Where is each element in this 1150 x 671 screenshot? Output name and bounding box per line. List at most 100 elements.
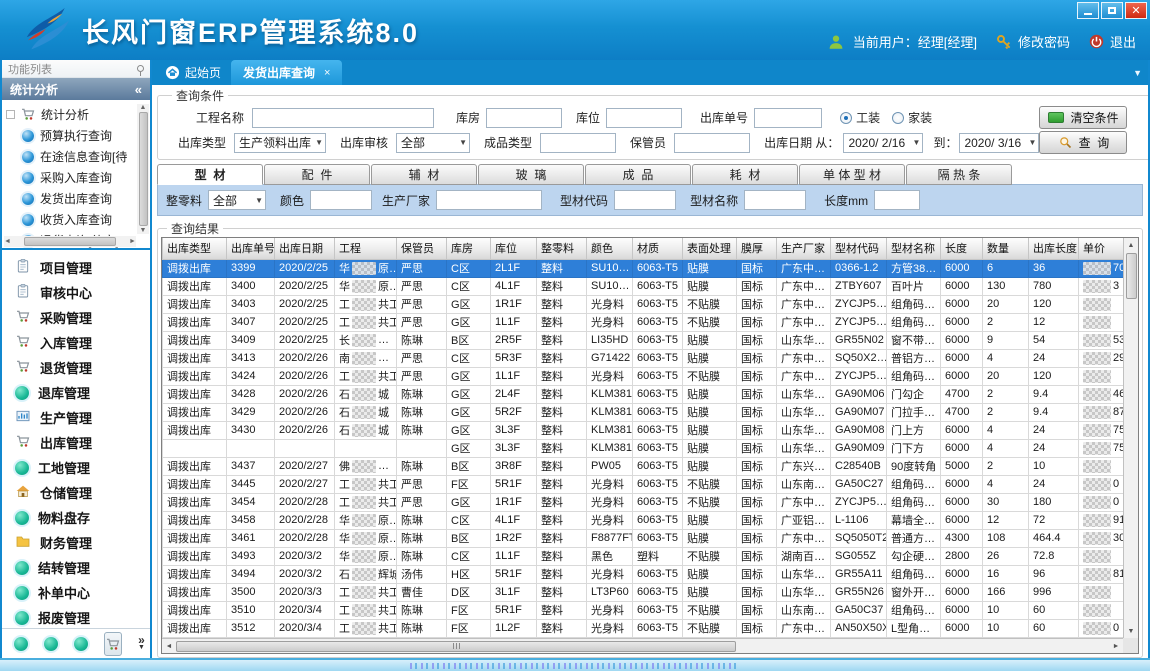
tab-home[interactable]: 起始页	[155, 60, 231, 85]
tree-item[interactable]: 采购入库查询	[6, 167, 136, 188]
date-to-select[interactable]: 2020/ 3/16▼	[959, 133, 1039, 153]
maximize-button[interactable]	[1101, 2, 1123, 19]
toolbar-circle-icon[interactable]	[74, 637, 88, 651]
table-row[interactable]: 调拨出库34282020/2/26石城陈琳G区2L4F整料KLM38176063…	[163, 385, 1124, 403]
tree-root-node[interactable]: 统计分析	[6, 103, 136, 125]
hscroll-thumb[interactable]	[176, 641, 736, 652]
sidebar-item[interactable]: 退库管理	[2, 380, 150, 405]
search-button[interactable]: 查 询	[1039, 131, 1127, 154]
table-row[interactable]: 调拨出库34582020/2/28华原…陈琳C区4L1F整料光身料6063-T5…	[163, 511, 1124, 529]
profile-code-input[interactable]	[614, 190, 676, 210]
table-row[interactable]: 调拨出库34372020/2/27佛…陈琳B区3R8F整料PW056063-T5…	[163, 457, 1124, 475]
tree-item[interactable]: 在途信息查询[待	[6, 146, 136, 167]
table-row[interactable]: G区3L3F整料KLM38176063-T5贴膜国标山东华…GA90M09…门下…	[163, 439, 1124, 457]
change-password-button[interactable]: 修改密码	[995, 32, 1070, 51]
radio-home[interactable]	[892, 112, 904, 124]
column-header[interactable]: 型材名称	[887, 238, 941, 259]
column-header[interactable]: 库位	[491, 238, 537, 259]
close-button[interactable]: ✕	[1125, 2, 1147, 19]
sidebar-item[interactable]: 工地管理	[2, 455, 150, 480]
sidebar-item[interactable]: 物料盘存	[2, 505, 150, 530]
material-tab[interactable]: 辅 材	[371, 164, 477, 185]
column-header[interactable]: 型材代码	[831, 238, 887, 259]
sidebar-item[interactable]: 结转管理	[2, 555, 150, 580]
column-header[interactable]: 出库单号	[227, 238, 275, 259]
date-from-select[interactable]: 2020/ 2/16▼	[843, 133, 923, 153]
location-input[interactable]	[606, 108, 682, 128]
scroll-up-icon[interactable]: ▲	[1128, 238, 1135, 252]
color-input[interactable]	[310, 190, 372, 210]
scroll-left-icon[interactable]: ◄	[162, 643, 176, 650]
tree-vscroll-thumb[interactable]	[139, 112, 148, 226]
order-no-input[interactable]	[754, 108, 822, 128]
scroll-down-icon[interactable]: ▼	[1128, 624, 1135, 638]
sidebar-item[interactable]: 退货管理	[2, 355, 150, 380]
profile-name-input[interactable]	[744, 190, 806, 210]
column-header[interactable]: 出库长度	[1029, 238, 1079, 259]
outbound-type-select[interactable]: 生产领料出库▼	[234, 133, 326, 153]
table-row[interactable]: 调拨出库34242020/2/26工共工程严思G区1L1F整料光身料6063-T…	[163, 367, 1124, 385]
column-header[interactable]: 出库日期	[275, 238, 335, 259]
column-header[interactable]: 整零料	[537, 238, 587, 259]
toolbar-circle-icon[interactable]	[44, 637, 58, 651]
sidebar-item[interactable]: 补单中心	[2, 580, 150, 605]
column-header[interactable]: 长度	[941, 238, 983, 259]
column-header[interactable]: 库房	[447, 238, 491, 259]
scroll-left-icon[interactable]: ◄	[4, 238, 11, 245]
table-row[interactable]: 调拨出库34612020/2/28华原…陈琳B区1R2F整料F8877FT606…	[163, 529, 1124, 547]
sidebar-item[interactable]: 出库管理	[2, 430, 150, 455]
material-tab[interactable]: 单 体 型 材	[799, 164, 905, 185]
sidebar-item[interactable]: 仓储管理	[2, 480, 150, 505]
pin-icon[interactable]	[137, 65, 144, 72]
sidebar-item[interactable]: 生产管理	[2, 405, 150, 430]
warehouse-input[interactable]	[486, 108, 562, 128]
table-row[interactable]: 调拨出库34002020/2/25华原…严思C区4L1F整料SU10…6063-…	[163, 277, 1124, 295]
material-tab[interactable]: 配 件	[264, 164, 370, 185]
table-row[interactable]: 调拨出库34452020/2/27工共工程严思F区5R1F整料光身料6063-T…	[163, 475, 1124, 493]
tree-item[interactable]: 收货入库查询	[6, 209, 136, 230]
tree-vertical-scrollbar[interactable]: ▲ ▼	[137, 104, 149, 234]
table-row[interactable]: 调拨出库35122020/3/4工共工程陈琳F区1L2F整料光身料6063-T5…	[163, 619, 1124, 637]
tree-item[interactable]: 发货出库查询	[6, 188, 136, 209]
tab-shipping-query[interactable]: 发货出库查询 ×	[231, 60, 342, 85]
material-tab[interactable]: 玻 璃	[478, 164, 584, 185]
tree-expander-icon[interactable]	[6, 110, 15, 119]
scroll-right-icon[interactable]: ►	[1109, 643, 1123, 650]
sidebar-section-header[interactable]: 统计分析 «	[2, 78, 150, 100]
tree-hscroll-thumb[interactable]	[24, 237, 116, 246]
audit-select[interactable]: 全部▼	[396, 133, 470, 153]
table-row[interactable]: 调拨出库34302020/2/26石城陈琳G区3L3F整料KLM38176063…	[163, 421, 1124, 439]
scroll-up-icon[interactable]: ▲	[140, 104, 147, 111]
table-row[interactable]: 调拨出库35002020/3/3工共工程曹佳D区3L1F整料LT3P606063…	[163, 583, 1124, 601]
column-header[interactable]: 出库类型	[163, 238, 227, 259]
toolbar-more-button[interactable]: » ▼	[138, 636, 145, 652]
column-header[interactable]: 单价	[1079, 238, 1124, 259]
clear-conditions-button[interactable]: 清空条件	[1039, 106, 1127, 129]
whole-select[interactable]: 全部▼	[208, 190, 266, 210]
material-tab[interactable]: 型 材	[157, 164, 263, 185]
length-input[interactable]	[874, 190, 920, 210]
column-header[interactable]: 数量	[983, 238, 1029, 259]
tabbar-caret-icon[interactable]: ▼	[1133, 68, 1142, 78]
table-row[interactable]: 调拨出库34032020/2/25工共工程严思G区1R1F整料光身料6063-T…	[163, 295, 1124, 313]
logout-button[interactable]: 退出	[1088, 32, 1136, 51]
toolbar-cart-button[interactable]	[104, 632, 122, 656]
tree-item[interactable]: 预算执行查询	[6, 125, 136, 146]
material-tab[interactable]: 隔 热 条	[906, 164, 1012, 185]
tree-horizontal-scrollbar[interactable]: ◄ ►	[4, 236, 136, 247]
column-header[interactable]: 颜色	[587, 238, 633, 259]
toolbar-circle-icon[interactable]	[14, 637, 28, 651]
scroll-right-icon[interactable]: ►	[129, 238, 136, 245]
table-row[interactable]: 调拨出库34132020/2/26南…严思C区5R3F整料G714226063-…	[163, 349, 1124, 367]
sidebar-item[interactable]: 入库管理	[2, 330, 150, 355]
vscroll-thumb[interactable]	[1126, 253, 1137, 299]
maker-input[interactable]	[436, 190, 542, 210]
sidebar-item[interactable]: 采购管理	[2, 305, 150, 330]
collapse-icon[interactable]: «	[135, 82, 142, 97]
table-row[interactable]: 调拨出库34942020/3/2石辉城汤伟H区5R1F整料光身料6063-T5贴…	[163, 565, 1124, 583]
table-row[interactable]: 调拨出库34932020/3/2华原…陈琳C区1L1F整料黑色塑料不贴膜国标湖南…	[163, 547, 1124, 565]
table-row[interactable]: 调拨出库33992020/2/25华原…严思C区2L1F整料SU10…6063-…	[163, 259, 1124, 277]
table-row[interactable]: 调拨出库34292020/2/26石城陈琳G区5R2F整料KLM38176063…	[163, 403, 1124, 421]
keeper-input[interactable]	[674, 133, 750, 153]
column-header[interactable]: 生产厂家	[777, 238, 831, 259]
